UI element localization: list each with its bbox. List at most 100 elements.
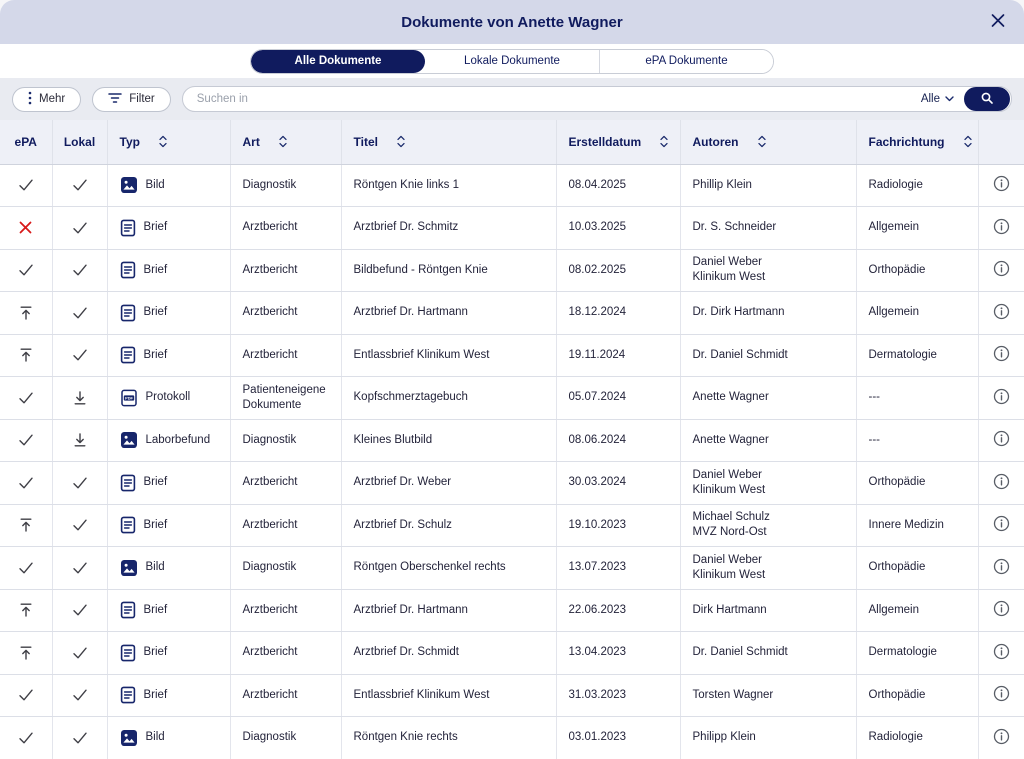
info-button[interactable] (990, 512, 1013, 538)
info-button[interactable] (990, 682, 1013, 708)
info-button[interactable] (990, 172, 1013, 198)
sort-icon[interactable] (659, 134, 669, 149)
info-button[interactable] (990, 427, 1013, 453)
lokal-status-cell (52, 164, 107, 207)
art-cell: Arztbericht (230, 207, 341, 250)
tab-epa-dokumente[interactable]: ePA Dokumente (599, 50, 773, 73)
table-row[interactable]: BriefArztberichtBildbefund - Röntgen Kni… (0, 249, 1024, 292)
sort-icon[interactable] (158, 134, 168, 149)
table-row[interactable]: BriefArztberichtEntlassbrief Klinikum We… (0, 674, 1024, 717)
fachrichtung-cell: Orthopädie (856, 249, 978, 292)
table-row[interactable]: BriefArztberichtEntlassbrief Klinikum We… (0, 334, 1024, 377)
search-scope-dropdown[interactable]: Alle (921, 86, 954, 112)
document-icon (120, 474, 136, 492)
check-icon (71, 644, 89, 662)
info-button[interactable] (990, 555, 1013, 581)
info-button[interactable] (990, 597, 1013, 623)
titel-cell: Entlassbrief Klinikum West (341, 334, 556, 377)
sort-icon[interactable] (757, 134, 767, 149)
column-header-art[interactable]: Art (230, 120, 341, 164)
fachrichtung-cell: Innere Medizin (856, 504, 978, 547)
info-button[interactable] (990, 385, 1013, 411)
document-icon (120, 219, 136, 237)
table-row[interactable]: BildDiagnostikRöntgen Knie links 108.04.… (0, 164, 1024, 207)
lokal-status-cell (52, 717, 107, 759)
sort-icon[interactable] (396, 134, 406, 149)
filter-button[interactable]: Filter (92, 87, 171, 112)
info-cell (978, 419, 1024, 462)
column-header-epa: ePA (0, 120, 52, 164)
typ-cell: Brief (107, 632, 230, 675)
column-header-actions (978, 120, 1024, 164)
typ-cell: Bild (107, 547, 230, 590)
info-button[interactable] (990, 300, 1013, 326)
image-icon (120, 559, 138, 577)
column-header-typ[interactable]: Typ (107, 120, 230, 164)
autoren-cell: Daniel WeberKlinikum West (680, 249, 856, 292)
search-input[interactable] (182, 86, 1012, 112)
tab-lokale-dokumente[interactable]: Lokale Dokumente (425, 50, 599, 73)
typ-cell: Bild (107, 717, 230, 759)
autoren-cell: Dr. Daniel Schmidt (680, 334, 856, 377)
table-row[interactable]: PDFProtokollPatienteneigene DokumenteKop… (0, 377, 1024, 420)
art-cell: Diagnostik (230, 547, 341, 590)
table-row[interactable]: BriefArztberichtArztbrief Dr. Weber30.03… (0, 462, 1024, 505)
fachrichtung-cell: Dermatologie (856, 632, 978, 675)
autoren-cell: Daniel WeberKlinikum West (680, 462, 856, 505)
sort-icon[interactable] (963, 134, 973, 149)
erstelldatum-cell: 03.01.2023 (556, 717, 680, 759)
search-button[interactable] (964, 87, 1010, 111)
upload-icon (18, 645, 34, 661)
typ-cell: Brief (107, 334, 230, 377)
svg-text:PDF: PDF (125, 395, 133, 400)
epa-status-cell (0, 462, 52, 505)
document-icon (120, 686, 136, 704)
info-icon (993, 303, 1010, 323)
search-bar: Alle (182, 86, 1012, 112)
column-header-erstelldatum[interactable]: Erstelldatum (556, 120, 680, 164)
lokal-status-cell (52, 547, 107, 590)
table-row[interactable]: BildDiagnostikRöntgen Oberschenkel recht… (0, 547, 1024, 590)
sort-icon[interactable] (278, 134, 288, 149)
info-icon (993, 685, 1010, 705)
info-button[interactable] (990, 725, 1013, 751)
info-button[interactable] (990, 215, 1013, 241)
typ-label: Bild (146, 560, 165, 575)
info-button[interactable] (990, 342, 1013, 368)
info-button[interactable] (990, 470, 1013, 496)
lokal-status-cell (52, 334, 107, 377)
erstelldatum-cell: 05.07.2024 (556, 377, 680, 420)
search-icon (980, 91, 994, 108)
autoren-cell: Torsten Wagner (680, 674, 856, 717)
titel-cell: Röntgen Knie links 1 (341, 164, 556, 207)
epa-status-cell (0, 419, 52, 462)
close-button[interactable] (986, 9, 1010, 36)
document-icon (120, 261, 136, 279)
info-cell (978, 717, 1024, 759)
column-header-autoren[interactable]: Autoren (680, 120, 856, 164)
info-icon (993, 728, 1010, 748)
image-icon (120, 729, 138, 747)
info-button[interactable] (990, 257, 1013, 283)
column-header-titel[interactable]: Titel (341, 120, 556, 164)
table-row[interactable]: BriefArztberichtArztbrief Dr. Hartmann22… (0, 589, 1024, 632)
table-row[interactable]: BriefArztberichtArztbrief Dr. Schulz19.1… (0, 504, 1024, 547)
tab-alle-dokumente[interactable]: Alle Dokumente (251, 50, 425, 73)
table-row[interactable]: BriefArztberichtArztbrief Dr. Hartmann18… (0, 292, 1024, 335)
check-icon (17, 389, 35, 407)
art-cell: Arztbericht (230, 462, 341, 505)
table-row[interactable]: BriefArztberichtArztbrief Dr. Schmitz10.… (0, 207, 1024, 250)
art-cell: Arztbericht (230, 504, 341, 547)
erstelldatum-cell: 10.03.2025 (556, 207, 680, 250)
table-row[interactable]: BriefArztberichtArztbrief Dr. Schmidt13.… (0, 632, 1024, 675)
titel-cell: Arztbrief Dr. Schulz (341, 504, 556, 547)
upload-icon (18, 602, 34, 618)
fachrichtung-cell: Radiologie (856, 164, 978, 207)
info-button[interactable] (990, 640, 1013, 666)
mehr-button[interactable]: Mehr (12, 87, 81, 112)
table-row[interactable]: BildDiagnostikRöntgen Knie rechts03.01.2… (0, 717, 1024, 759)
table-row[interactable]: LaborbefundDiagnostikKleines Blutbild08.… (0, 419, 1024, 462)
upload-icon (18, 517, 34, 533)
art-cell: Arztbericht (230, 249, 341, 292)
column-header-fachrichtung[interactable]: Fachrichtung (856, 120, 978, 164)
